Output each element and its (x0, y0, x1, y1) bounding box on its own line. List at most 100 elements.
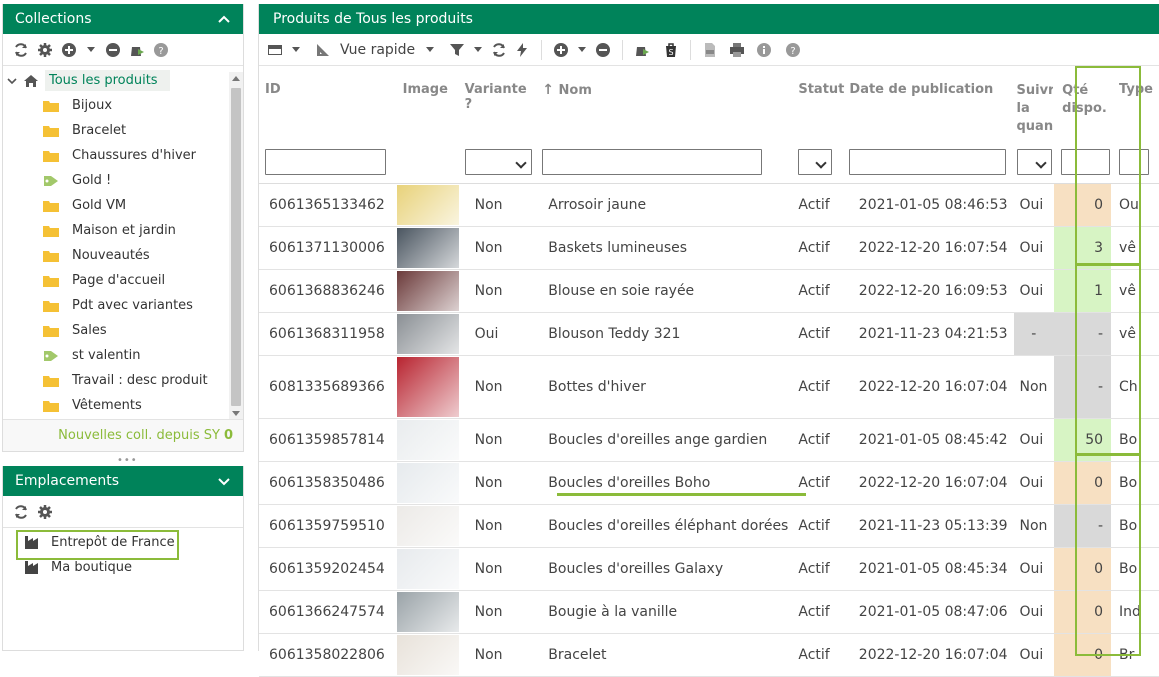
add-icon[interactable] (551, 40, 571, 60)
shopify-sync-icon[interactable] (127, 40, 147, 60)
filter-type-input[interactable] (1119, 148, 1150, 175)
product-thumbnail[interactable] (396, 356, 459, 417)
shopify-bag-icon[interactable]: S (661, 40, 681, 60)
table-row[interactable]: 6061371130006 Non Baskets lumineuses Actif 2… (259, 226, 1159, 270)
tree-scrollbar[interactable] (229, 72, 243, 420)
new-collections-footer[interactable]: Nouvelles coll. depuis SY 0 (3, 419, 243, 451)
chevron-down-icon[interactable] (7, 76, 17, 86)
filter-date-input[interactable] (849, 148, 1007, 175)
cell-qte[interactable]: - (1054, 355, 1112, 419)
col-header-variante[interactable]: Variante ? (458, 70, 537, 184)
add-icon[interactable] (59, 40, 79, 60)
product-thumbnail[interactable] (396, 313, 459, 354)
product-thumbnail[interactable] (396, 419, 459, 460)
lightning-icon[interactable] (512, 40, 532, 60)
tree-item[interactable]: Pdt avec variantes (3, 293, 229, 318)
product-thumbnail[interactable] (396, 634, 459, 675)
filter-id-input[interactable] (265, 148, 386, 175)
product-thumbnail[interactable] (396, 227, 459, 268)
refresh-icon[interactable] (489, 40, 509, 60)
scroll-down-icon[interactable] (232, 411, 240, 416)
cell-qte[interactable]: - (1054, 312, 1112, 356)
product-thumbnail[interactable] (396, 548, 459, 589)
gear-icon[interactable] (35, 502, 55, 522)
tree-item[interactable]: Gold ! (3, 168, 229, 193)
shopify-sync-icon[interactable] (632, 40, 652, 60)
resize-handle[interactable]: ••• (117, 455, 138, 466)
cell-qte[interactable]: 0 (1054, 183, 1112, 227)
product-thumbnail[interactable] (396, 462, 459, 503)
remove-icon[interactable] (103, 40, 123, 60)
product-thumbnail[interactable] (396, 184, 459, 225)
cell-qte[interactable]: 0 (1054, 461, 1112, 505)
table-row[interactable]: 6061358350486 Non Boucles d'oreilles Boho A… (259, 461, 1159, 505)
gear-icon[interactable] (35, 40, 55, 60)
sort-up-icon[interactable]: ↑ (542, 82, 554, 98)
chevron-down-icon[interactable] (217, 474, 231, 488)
columns-icon[interactable] (265, 40, 285, 60)
ruler-icon[interactable] (313, 40, 333, 60)
refresh-icon[interactable] (11, 502, 31, 522)
tree-item[interactable]: Bijoux (3, 93, 229, 118)
filter-nom-input[interactable] (542, 148, 763, 175)
filter-statut-select[interactable] (798, 148, 833, 175)
cell-qte[interactable]: 0 (1054, 547, 1112, 591)
tree-item[interactable]: Bracelet (3, 118, 229, 143)
filter-variante-select[interactable] (464, 148, 532, 175)
product-thumbnail[interactable] (396, 270, 459, 311)
product-thumbnail[interactable] (396, 591, 459, 632)
csv-export-icon[interactable] (700, 40, 720, 60)
tree-item[interactable]: Travail : desc produit (3, 368, 229, 393)
product-thumbnail[interactable] (396, 505, 459, 546)
help-icon[interactable]: ? (783, 40, 803, 60)
chevron-up-icon[interactable] (217, 12, 231, 26)
table-row[interactable]: 6061368836246 Non Blouse en soie rayée Acti… (259, 269, 1159, 313)
tree-item[interactable]: Sales (3, 318, 229, 343)
vue-rapide-label[interactable]: Vue rapide (340, 42, 415, 58)
cell-qte[interactable]: 0 (1054, 590, 1112, 634)
filter-qte-input[interactable] (1061, 148, 1111, 175)
col-header-suivre[interactable]: Suivre la quantité (1013, 70, 1055, 184)
filter-dropdown-icon[interactable] (474, 47, 483, 52)
remove-icon[interactable] (593, 40, 613, 60)
col-header-nom[interactable]: ↑ Nom (536, 70, 795, 184)
cell-qte[interactable]: 0 (1054, 633, 1112, 677)
emplacements-header[interactable]: Emplacements (3, 466, 243, 496)
columns-dropdown-icon[interactable] (292, 47, 300, 52)
cell-qte[interactable]: - (1054, 504, 1112, 548)
scroll-up-icon[interactable] (232, 76, 240, 81)
table-row[interactable]: 6081335689366 Non Bottes d'hiver Actif 2022-… (259, 355, 1159, 419)
table-row[interactable]: 6061366247574 Non Bougie à la vanille Actif… (259, 590, 1159, 634)
tree-item[interactable]: Nouveautés (3, 243, 229, 268)
table-row[interactable]: 6061358022806 Non Bracelet Actif 2022-12-20 … (259, 633, 1159, 677)
tree-item[interactable]: Page d'accueil (3, 268, 229, 293)
table-row[interactable]: 6061359759510 Non Boucles d'oreilles éléph… (259, 504, 1159, 548)
tree-item[interactable]: st valentin (3, 343, 229, 368)
tree-item[interactable]: Chaussures d'hiver (3, 143, 229, 168)
col-header-type[interactable]: Type (1111, 70, 1159, 184)
filter-icon[interactable] (447, 40, 467, 60)
col-header-statut[interactable]: Statut (794, 70, 845, 184)
tree-item[interactable]: Maison et jardin (3, 218, 229, 243)
col-header-qte[interactable]: Qté dispo. (1054, 70, 1112, 184)
collections-header[interactable]: Collections (3, 4, 243, 34)
table-row[interactable]: 6061368311958 Oui Blouson Teddy 321 Actif 20… (259, 312, 1159, 356)
col-header-date[interactable]: Date de publication (844, 70, 1014, 184)
col-header-image[interactable]: Image (396, 70, 459, 184)
add-dropdown-icon[interactable] (87, 47, 95, 52)
refresh-icon[interactable] (11, 40, 31, 60)
tree-item[interactable]: Gold VM (3, 193, 229, 218)
tree-item[interactable]: Vêtements (3, 393, 229, 418)
col-header-id[interactable]: ID (259, 70, 397, 184)
add-dropdown-icon[interactable] (578, 47, 587, 52)
info-icon[interactable] (754, 40, 774, 60)
print-icon[interactable] (727, 40, 747, 60)
help-icon[interactable]: ? (151, 40, 171, 60)
vue-rapide-dropdown-icon[interactable] (426, 47, 435, 52)
table-row[interactable]: 6061359857814 Non Boucles d'oreilles ange … (259, 418, 1159, 462)
table-row[interactable]: 6061365133462 Non Arrosoir jaune Actif 2021-… (259, 183, 1159, 227)
cell-qte[interactable]: 1 (1054, 269, 1112, 313)
table-row[interactable]: 6061359202454 Non Boucles d'oreilles Galax… (259, 547, 1159, 591)
tree-root[interactable]: Tous les produits (3, 68, 229, 93)
scroll-thumb[interactable] (231, 88, 241, 406)
